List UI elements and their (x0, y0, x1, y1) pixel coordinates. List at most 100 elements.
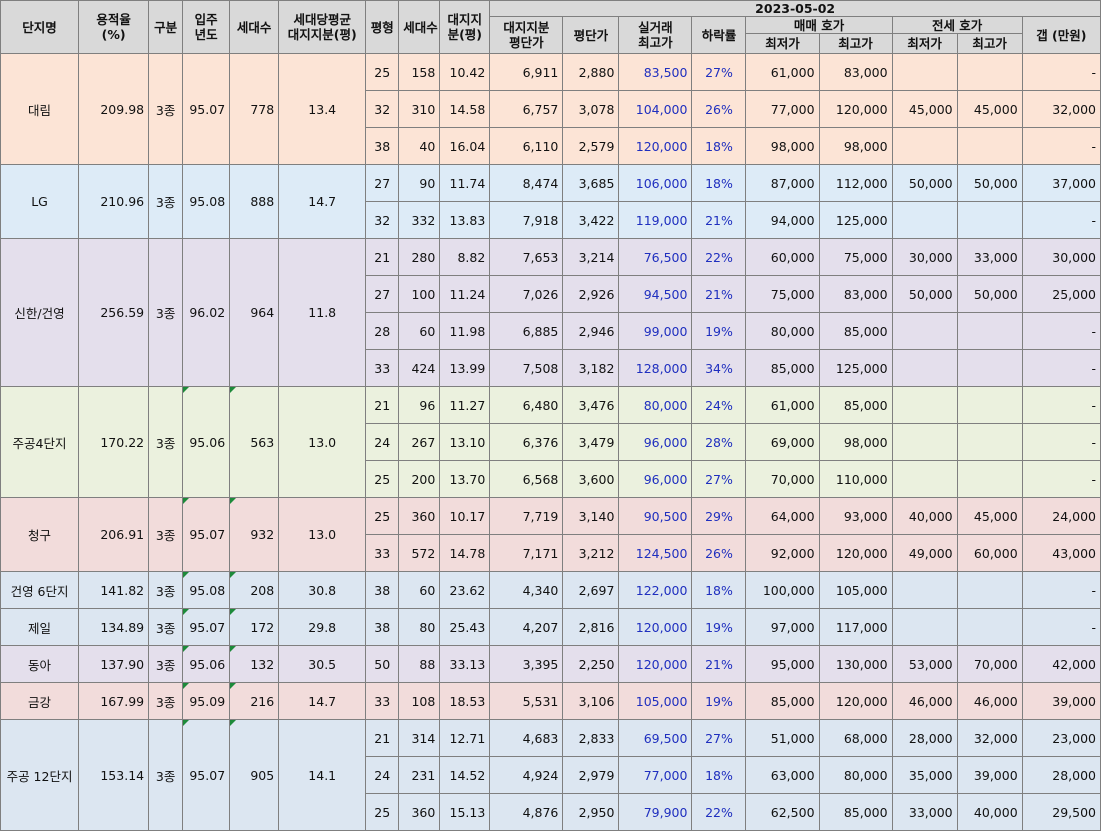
cell-type-units: 360 (398, 793, 441, 831)
cell-land-unit-price: 7,653 (489, 238, 564, 276)
cell-pyeong-price: 3,106 (562, 682, 620, 720)
cell-sale-min: 63,000 (745, 756, 820, 794)
cell-gap: - (1021, 349, 1101, 387)
cell-drop-rate: 19% (691, 682, 747, 720)
cell-pyeong-type: 33 (365, 349, 400, 387)
cell-pyeong-type: 33 (365, 682, 400, 720)
cell-move-in-year: 95.07 (182, 719, 231, 831)
cell-jeonse-min: 33,000 (891, 793, 958, 831)
cell-pyeong-price: 3,140 (562, 497, 620, 535)
cell-complex-name: 주공 12단지 (0, 719, 80, 831)
cell-jeonse-min: 40,000 (891, 497, 958, 535)
cell-gap: - (1021, 608, 1101, 646)
cell-type-units: 231 (398, 756, 441, 794)
cell-drop-rate: 18% (691, 164, 747, 202)
cell-land-unit-price: 4,340 (489, 571, 564, 609)
cell-jeonse-min: 50,000 (891, 164, 958, 202)
cell-actual-max: 104,000 (618, 90, 693, 128)
cell-zone: 3종 (148, 386, 184, 498)
cell-actual-max: 96,000 (618, 423, 693, 461)
cell-jeonse-max (956, 608, 1023, 646)
header-jeonse-min: 최저가 (891, 33, 958, 54)
cell-sale-min: 87,000 (745, 164, 820, 202)
cell-move-in-year: 95.09 (182, 682, 231, 720)
cell-sale-max: 98,000 (818, 127, 893, 165)
cell-drop-rate: 18% (691, 571, 747, 609)
cell-pyeong-type: 28 (365, 312, 400, 350)
cell-pyeong-type: 32 (365, 201, 400, 239)
cell-jeonse-max: 45,000 (956, 90, 1023, 128)
cell-actual-max: 83,500 (618, 53, 693, 91)
cell-sale-min: 92,000 (745, 534, 820, 572)
cell-pyeong-type: 33 (365, 534, 400, 572)
header-actual-max: 실거래 최고가 (618, 16, 693, 54)
cell-floor-area-ratio: 134.89 (78, 608, 150, 646)
cell-sale-max: 75,000 (818, 238, 893, 276)
cell-sale-max: 98,000 (818, 423, 893, 461)
cell-sale-min: 61,000 (745, 53, 820, 91)
cell-gap: - (1021, 53, 1101, 91)
cell-floor-area-ratio: 137.90 (78, 645, 150, 683)
cell-complex-name: 건영 6단지 (0, 571, 80, 609)
cell-zone: 3종 (148, 164, 184, 239)
cell-land-unit-price: 4,924 (489, 756, 564, 794)
cell-pyeong-price: 2,926 (562, 275, 620, 313)
header-drop-rate: 하락률 (691, 16, 747, 54)
table-row: 동아 137.90 3종 95.06 132 30.5 50 88 33.13 3,395 2,25… (0, 645, 1101, 683)
cell-type-units: 90 (398, 164, 441, 202)
cell-gap: - (1021, 127, 1101, 165)
cell-type-units: 96 (398, 386, 441, 424)
cell-complex-name: 제일 (0, 608, 80, 646)
cell-jeonse-max (956, 127, 1023, 165)
cell-zone: 3종 (148, 608, 184, 646)
cell-pyeong-type: 38 (365, 127, 400, 165)
cell-pyeong-type: 21 (365, 719, 400, 757)
cell-land-share: 14.58 (439, 90, 491, 128)
table-row: 주공4단지 170.22 3종 95.06 563 13.0 21 96 11.27 6,480 3… (0, 386, 1101, 498)
cell-actual-max: 76,500 (618, 238, 693, 276)
table-row: 금강 167.99 3종 95.09 216 14.7 33 108 18.53 5,531 3,1… (0, 682, 1101, 720)
cell-zone: 3종 (148, 682, 184, 720)
cell-sale-min: 60,000 (745, 238, 820, 276)
cell-type-units: 108 (398, 682, 441, 720)
cell-zone: 3종 (148, 238, 184, 387)
cell-jeonse-max: 39,000 (956, 756, 1023, 794)
cell-gap: 29,500 (1021, 793, 1101, 831)
cell-sale-max: 83,000 (818, 53, 893, 91)
cell-gap: - (1021, 312, 1101, 350)
cell-move-in-year: 95.07 (182, 497, 231, 572)
cell-move-in-year: 95.06 (182, 386, 231, 498)
cell-floor-area-ratio: 209.98 (78, 53, 150, 165)
cell-sale-max: 125,000 (818, 349, 893, 387)
cell-pyeong-price: 2,946 (562, 312, 620, 350)
cell-floor-area-ratio: 167.99 (78, 682, 150, 720)
cell-move-in-year: 95.08 (182, 164, 231, 239)
cell-drop-rate: 27% (691, 53, 747, 91)
cell-drop-rate: 18% (691, 756, 747, 794)
cell-drop-rate: 29% (691, 497, 747, 535)
table-row: 청구 206.91 3종 95.07 932 13.0 25 360 10.17 7,719 3,1… (0, 497, 1101, 572)
cell-gap: 23,000 (1021, 719, 1101, 757)
cell-drop-rate: 18% (691, 127, 747, 165)
cell-land-unit-price: 7,918 (489, 201, 564, 239)
cell-jeonse-min: 35,000 (891, 756, 958, 794)
cell-type-units: 424 (398, 349, 441, 387)
cell-pyeong-type: 25 (365, 53, 400, 91)
cell-pyeong-price: 2,250 (562, 645, 620, 683)
cell-pyeong-type: 24 (365, 756, 400, 794)
cell-jeonse-max (956, 201, 1023, 239)
table-row: 신한/건영 256.59 3종 96.02 964 11.8 21 280 8.82 7,653 3… (0, 238, 1101, 387)
cell-land-unit-price: 6,911 (489, 53, 564, 91)
cell-jeonse-min (891, 53, 958, 91)
cell-complex-name: 신한/건영 (0, 238, 80, 387)
cell-type-units: 88 (398, 645, 441, 683)
cell-type-units: 332 (398, 201, 441, 239)
cell-pyeong-price: 3,182 (562, 349, 620, 387)
cell-pyeong-type: 27 (365, 275, 400, 313)
cell-land-share: 11.74 (439, 164, 491, 202)
cell-sale-max: 130,000 (818, 645, 893, 683)
cell-zone: 3종 (148, 53, 184, 165)
header-sale-ask: 매매 호가 (745, 16, 893, 34)
cell-type-units: 360 (398, 497, 441, 535)
cell-land-unit-price: 6,568 (489, 460, 564, 498)
